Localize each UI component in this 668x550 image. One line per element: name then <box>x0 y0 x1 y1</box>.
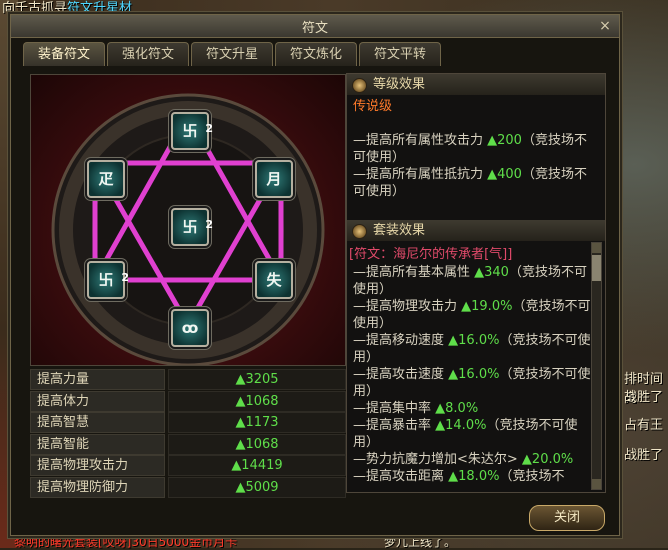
rune-slot-center[interactable]: 卐2 <box>171 208 213 246</box>
set-effect-scrollbar[interactable] <box>591 242 602 490</box>
effect-value: ▲340 <box>474 265 509 280</box>
close-icon[interactable]: × <box>597 18 613 34</box>
effect-value: ▲16.0% <box>448 333 500 348</box>
tab-rune-star[interactable]: 符文升星 <box>191 42 273 66</box>
effect-text: —提高集中率 <box>353 401 436 416</box>
tab-equip-rune[interactable]: 装备符文 <box>23 42 105 66</box>
effect-value: ▲200 <box>487 133 522 148</box>
section-title: 等级效果 <box>373 77 426 92</box>
effect-text: —提高攻击距离 <box>353 469 449 484</box>
window-title: 符文 <box>301 21 328 36</box>
grade-label: 传说级 <box>353 99 393 114</box>
effect-value: ▲20.0% <box>521 452 574 467</box>
rune-window: 符文 × 装备符文 强化符文 符文升星 符文炼化 符文平转 卐2 疋 月 卐2 <box>10 14 620 536</box>
rune-slot-upper-left[interactable]: 疋 <box>87 160 125 198</box>
stat-name: 提高智能 <box>30 433 165 455</box>
rune-circle-panel: 卐2 疋 月 卐2 卐2 失 ꝏ <box>30 74 346 366</box>
effect-text: —提高所有基本属性 <box>353 265 475 280</box>
rune-slot-top[interactable]: 卐2 <box>171 112 213 150</box>
tab-rune-refine[interactable]: 符文炼化 <box>275 42 357 66</box>
effect-value: ▲400 <box>487 167 522 182</box>
rune-glyph: 失 <box>266 271 282 289</box>
stat-name: 提高物理攻击力 <box>30 455 165 476</box>
effect-value: ▲18.0% <box>448 469 500 484</box>
stat-row: 提高力量 ▲3205 <box>30 369 346 390</box>
stat-row: 提高物理攻击力 ▲14419 <box>30 455 346 476</box>
set-effect-line: —提高攻击距离 ▲18.0%（竞技场不 <box>353 468 591 488</box>
effect-text: —势力抗魔力增加<朱达尔> <box>353 452 522 467</box>
rune-slot-lower-right[interactable]: 失 <box>255 261 293 299</box>
rune-level: 2 <box>205 218 213 231</box>
effect-panel: 等级效果 传说级 —提高所有属性攻击力 ▲200（竞技场不可使用） —提高所有属… <box>346 73 606 493</box>
bullet-icon <box>352 224 367 239</box>
tab-rune-transfer[interactable]: 符文平转 <box>359 42 441 66</box>
rune-glyph: 卐 <box>182 218 198 236</box>
title-bar[interactable]: 符文 × <box>11 15 619 38</box>
chat-line-right-3: 占有王 <box>624 418 664 433</box>
effect-text: —提高所有属性抵抗力 <box>353 167 488 182</box>
stat-row: 提高物理防御力 ▲5009 <box>30 476 346 498</box>
set-effect-line: —势力抗魔力增加<朱达尔> ▲20.0% <box>353 451 591 468</box>
set-name: [符文：海尼尔的传承者[气]] <box>349 247 513 262</box>
level-effect-header: 等级效果 <box>347 74 605 95</box>
stat-row: 提高体力 ▲1068 <box>30 390 346 412</box>
stat-value: ▲1173 <box>168 412 346 433</box>
set-effect-line: —提高攻击速度 ▲16.0%（竞技场不可使用） <box>353 366 591 400</box>
rune-glyph: 月 <box>266 170 282 188</box>
effect-note: （竞技场不 <box>499 469 565 484</box>
set-effect-line: —提高集中率 ▲8.0% <box>353 400 591 417</box>
chat-line-right-4: 战胜了 <box>624 448 664 463</box>
stat-list: 提高力量 ▲3205 提高体力 ▲1068 提高智慧 ▲1173 提高智能 ▲1… <box>30 369 346 498</box>
close-button[interactable]: 关闭 <box>529 505 605 531</box>
set-effect-line: —提高物理攻击力 ▲19.0%（竞技场不可使用） <box>353 298 591 332</box>
rune-level: 2 <box>205 122 213 135</box>
stat-value: ▲3205 <box>168 369 346 390</box>
level-effect-line: —提高所有属性抵抗力 ▲400（竞技场不可使用） <box>353 166 591 200</box>
stat-name: 提高智慧 <box>30 412 165 433</box>
scroll-up-arrow[interactable] <box>592 243 601 253</box>
stat-value: ▲1068 <box>168 433 346 455</box>
set-effect-line: —提高所有基本属性 ▲340（竞技场不可使用） <box>353 264 591 298</box>
stat-name: 提高物理防御力 <box>30 476 165 498</box>
stat-name: 提高力量 <box>30 369 165 390</box>
effect-text: —提高暴击率 <box>353 418 436 433</box>
set-effect-line: —提高暴击率 ▲14.0%（竞技场不可使用） <box>353 417 591 451</box>
stat-value: ▲14419 <box>168 455 346 476</box>
set-effect-line: —提高移动速度 ▲16.0%（竞技场不可使用） <box>353 332 591 366</box>
level-effect-line: —提高所有属性攻击力 ▲200（竞技场不可使用） <box>353 132 591 166</box>
effect-value: ▲8.0% <box>435 401 479 416</box>
effect-text: —提高所有属性攻击力 <box>353 133 488 148</box>
stat-row: 提高智能 ▲1068 <box>30 433 346 455</box>
scroll-thumb[interactable] <box>592 255 601 281</box>
rune-glyph: 卐 <box>98 271 114 289</box>
rune-slot-bottom[interactable]: ꝏ <box>171 309 209 347</box>
tab-enhance-rune[interactable]: 强化符文 <box>107 42 189 66</box>
stat-name: 提高体力 <box>30 390 165 412</box>
stat-row: 提高智慧 ▲1173 <box>30 412 346 433</box>
rune-level: 2 <box>121 271 129 284</box>
scroll-down-arrow[interactable] <box>592 479 601 489</box>
rune-glyph: ꝏ <box>181 319 199 337</box>
set-effect-header: 套装效果 <box>347 220 605 241</box>
effect-value: ▲19.0% <box>461 299 513 314</box>
chat-line-right-2: 战胜了 <box>624 390 664 405</box>
rune-slot-upper-right[interactable]: 月 <box>255 160 293 198</box>
rune-glyph: 卐 <box>182 122 198 140</box>
rune-slot-lower-left[interactable]: 卐2 <box>87 261 129 299</box>
effect-text: —提高物理攻击力 <box>353 299 462 314</box>
rune-glyph: 疋 <box>98 170 114 188</box>
effect-text: —提高移动速度 <box>353 333 449 348</box>
stat-value: ▲1068 <box>168 390 346 412</box>
effect-value: ▲14.0% <box>435 418 487 433</box>
section-title: 套装效果 <box>373 223 426 238</box>
effect-text: —提高攻击速度 <box>353 367 449 382</box>
stat-value: ▲5009 <box>168 476 346 498</box>
effect-value: ▲16.0% <box>448 367 500 382</box>
bullet-icon <box>352 78 367 93</box>
